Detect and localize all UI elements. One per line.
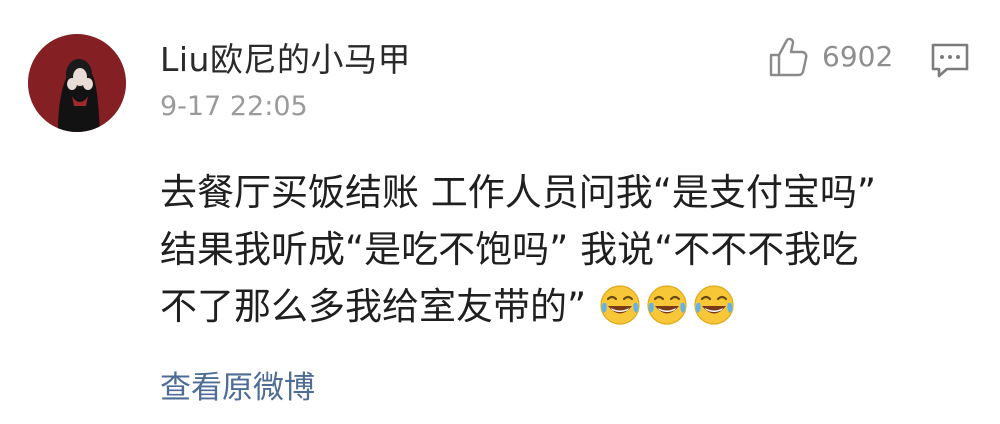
- laugh-cry-emoji-icon: [600, 285, 640, 325]
- thumbs-up-icon: [769, 37, 808, 77]
- timestamp: 9-17 22:05: [160, 91, 308, 122]
- laugh-cry-emoji-icon: [647, 285, 687, 325]
- like-count: 6902: [822, 40, 894, 73]
- view-original-link[interactable]: 查看原微博: [160, 368, 315, 408]
- laugh-cry-emoji-icon: [694, 285, 734, 325]
- username[interactable]: Liu欧尼的小马甲: [160, 40, 411, 80]
- comment-card: Liu欧尼的小马甲 9-17 22:05 6902 去餐厅买饭结账 工作人员问我…: [0, 0, 1000, 424]
- comment-line-text: 不了那么多我给室友带的”: [160, 285, 587, 328]
- comment-line: 不了那么多我给室友带的”: [160, 278, 990, 335]
- comment-bubble-icon[interactable]: [930, 42, 970, 80]
- comment-text: 去餐厅买饭结账 工作人员问我“是支付宝吗” 结果我听成“是吃不饱吗” 我说“不不…: [160, 164, 990, 335]
- comment-line: 去餐厅买饭结账 工作人员问我“是支付宝吗”: [160, 171, 877, 214]
- avatar[interactable]: [28, 34, 126, 132]
- like-button[interactable]: 6902: [768, 34, 893, 80]
- emoji-group: [586, 285, 739, 328]
- comment-line: 结果我听成“是吃不饱吗” 我说“不不不我吃: [160, 228, 859, 271]
- avatar-image: [28, 34, 126, 132]
